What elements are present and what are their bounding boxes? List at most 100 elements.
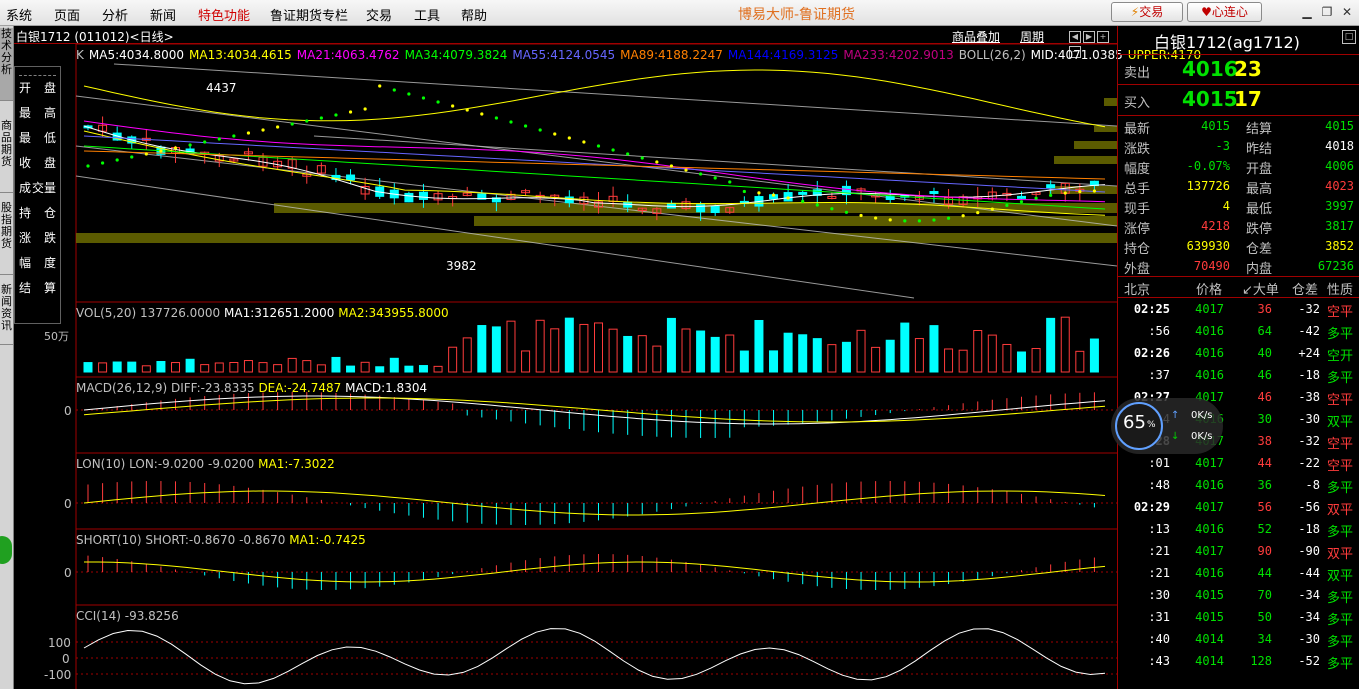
- tick-row: :56 4016 64 -42 多平: [1118, 320, 1359, 342]
- popup-icon[interactable]: □: [1342, 30, 1356, 44]
- tab-commodity-futures[interactable]: 商品期货: [0, 120, 13, 193]
- sar-dot: [115, 158, 119, 162]
- candle-body: [1046, 184, 1056, 189]
- menu-tools[interactable]: 工具: [414, 5, 440, 24]
- sar-dot: [261, 128, 265, 132]
- candle-body: [1016, 195, 1026, 199]
- vol-label: VOL(5,20) 137726.0000: [76, 306, 221, 320]
- sar-dot: [451, 104, 455, 108]
- tick-oi-change: -52: [1298, 654, 1320, 668]
- volume-bar: [1016, 351, 1026, 373]
- sar-dot: [319, 116, 323, 120]
- connect-button[interactable]: ♥心连心: [1187, 2, 1262, 22]
- field-value: 4015: [1325, 119, 1354, 133]
- sell-volume: 23: [1234, 57, 1262, 81]
- tick-oi-change: -18: [1298, 368, 1320, 382]
- field-value: 3817: [1325, 219, 1354, 233]
- sar-dot: [699, 172, 703, 176]
- close-icon[interactable]: ✕: [1337, 3, 1357, 21]
- field-value: -0.07%: [1186, 159, 1230, 173]
- cci-label: CCI(14) -93.8256: [76, 609, 179, 623]
- sar-dot: [567, 136, 571, 140]
- tick-nature: 空平: [1327, 393, 1354, 408]
- candle-body: [404, 192, 414, 203]
- tick-time: :37: [1148, 368, 1170, 382]
- sar-dot: [144, 152, 148, 156]
- sar-dot: [757, 191, 761, 195]
- info-box-row: 成交量: [15, 176, 60, 201]
- candle-body: [798, 191, 808, 195]
- menu-news[interactable]: 新闻: [150, 5, 176, 24]
- info-box-label-right: 盘: [43, 156, 56, 170]
- menu-luzheng-column[interactable]: 鲁证期货专栏: [270, 5, 348, 24]
- info-box-label-left: 最: [19, 106, 32, 120]
- volume-bar: [1089, 338, 1099, 373]
- field-label: 内盘: [1246, 262, 1273, 277]
- trade-button[interactable]: ⚡交易: [1111, 2, 1183, 22]
- tick-row: :21 4017 90 -90 双平: [1118, 540, 1359, 562]
- menu-special[interactable]: 特色功能: [198, 5, 250, 24]
- info-box-label-right: 高: [43, 106, 56, 120]
- info-box-label-left: 涨: [19, 231, 32, 245]
- sar-dot: [436, 100, 440, 104]
- volume-bar: [856, 329, 866, 373]
- menu-page[interactable]: 页面: [54, 5, 80, 24]
- tick-nature: 空平: [1327, 305, 1354, 320]
- volume-bar: [127, 361, 137, 373]
- trade-button-label: 交易: [1139, 5, 1164, 19]
- menu-system[interactable]: 系统: [6, 5, 32, 24]
- tab-technical-analysis[interactable]: 技术分析: [0, 28, 13, 101]
- sar-dot: [86, 164, 90, 168]
- tick-time: :13: [1148, 522, 1170, 536]
- menu-help[interactable]: 帮助: [461, 5, 487, 24]
- tick-time: :31: [1148, 610, 1170, 624]
- field-label: 最新: [1124, 122, 1151, 137]
- sar-dot: [276, 125, 280, 129]
- volume-bar: [564, 317, 574, 373]
- sar-dot: [874, 216, 878, 220]
- field-label: 现手: [1124, 202, 1151, 217]
- volume-bar: [929, 325, 939, 373]
- sar-dot: [290, 122, 294, 126]
- sar-dot: [946, 216, 951, 220]
- maximize-icon[interactable]: ❐: [1317, 3, 1337, 21]
- info-box-label-left: 持: [19, 206, 32, 220]
- tick-price: 4017: [1195, 456, 1224, 470]
- sar-dot: [348, 110, 353, 114]
- field-value: 137726: [1186, 179, 1230, 193]
- sar-dot: [917, 219, 921, 223]
- tick-oi-change: -8: [1305, 478, 1320, 492]
- tab-news[interactable]: 新闻资讯: [0, 284, 13, 345]
- network-speed-badge[interactable]: 65 % ↑ 0K/s ↓ 0K/s: [1111, 398, 1223, 454]
- volume-bar: [346, 365, 356, 373]
- menu-analysis[interactable]: 分析: [102, 5, 128, 24]
- sar-dot: [1049, 193, 1053, 197]
- tick-volume: 56: [1257, 500, 1272, 514]
- field-value: 67236: [1317, 259, 1354, 273]
- tick-volume: 50: [1257, 610, 1272, 624]
- volume-bar: [258, 362, 268, 373]
- short-label-row: SHORT(10) SHORT:-0.8670 -0.8670 MA1:-0.7…: [76, 533, 366, 547]
- minimize-icon[interactable]: ▁: [1297, 3, 1317, 21]
- volume-bar: [1060, 316, 1070, 373]
- tick-row: :37 4016 46 -18 多平: [1118, 364, 1359, 386]
- tab-index-futures[interactable]: 股指期货: [0, 202, 13, 275]
- quote-field-row: 涨跌 -3 昨结 4018: [1118, 136, 1359, 157]
- sar-dot: [480, 112, 484, 116]
- sar-dot: [888, 218, 892, 222]
- tick-oi-change: -18: [1298, 522, 1320, 536]
- chart-area[interactable]: 白银1712 (011012)<日线> 商品叠加 周期 ◀ ▶ +− K MA5:40…: [14, 26, 1201, 689]
- sar-dot: [173, 146, 178, 150]
- volume-profile-band: [1049, 186, 1117, 194]
- vol-ma1: MA1:312651.2000: [224, 306, 335, 320]
- tick-time: :40: [1148, 632, 1170, 646]
- sar-dot: [509, 120, 513, 124]
- tick-volume: 128: [1250, 654, 1272, 668]
- field-value: -3: [1215, 139, 1230, 153]
- cci-tick-0: 0: [62, 652, 70, 666]
- info-box-label-right: 跌: [43, 231, 56, 245]
- tick-time: :43: [1148, 654, 1170, 668]
- volume-bar: [900, 322, 910, 373]
- menu-trade[interactable]: 交易: [366, 5, 392, 24]
- sar-dot: [728, 180, 732, 184]
